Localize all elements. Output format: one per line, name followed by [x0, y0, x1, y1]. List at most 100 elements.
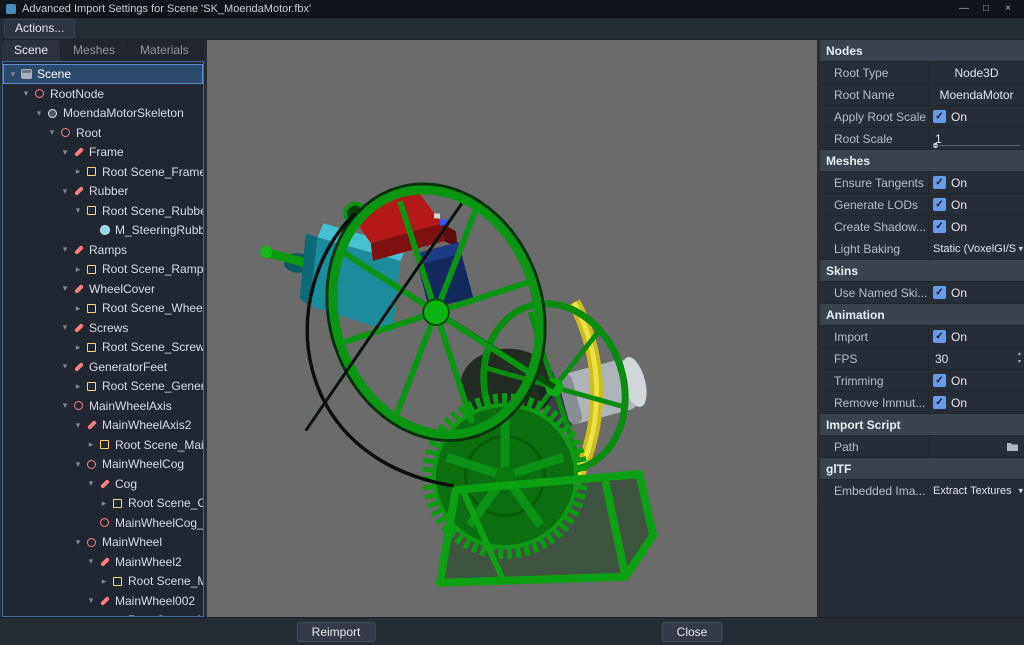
maximize-button[interactable]: □: [976, 1, 996, 17]
slider-root-scale[interactable]: 1: [928, 128, 1024, 149]
checkbox-create-shadow[interactable]: ✓On: [928, 216, 1024, 237]
section-header-animation[interactable]: Animation: [820, 304, 1024, 326]
tree-item-moendamotorskeleton[interactable]: ▾ MoendaMotorSkeleton: [3, 103, 203, 123]
tree-item-scene[interactable]: ▾Scene: [3, 64, 203, 84]
actions-menu-button[interactable]: Actions...: [4, 19, 75, 38]
checkbox-ensure-tangents[interactable]: ✓On: [928, 172, 1024, 193]
slider-grabber[interactable]: [933, 143, 938, 148]
section-header-meshes[interactable]: Meshes: [820, 150, 1024, 172]
checkbox-generate-lods[interactable]: ✓On: [928, 194, 1024, 215]
expand-icon[interactable]: ▸: [72, 342, 84, 353]
tree-item-m-steeringrubber[interactable]: M_SteeringRubber: [3, 220, 203, 240]
dropdown-embedded-ima[interactable]: Extract Textures▾: [928, 480, 1024, 501]
tree-item-root[interactable]: ▾Root: [3, 123, 203, 143]
collapse-icon[interactable]: ▾: [59, 244, 71, 255]
tree-item-root-scene-rubber[interactable]: ▾Root Scene_Rubber: [3, 201, 203, 221]
section-header-skins[interactable]: Skins: [820, 260, 1024, 282]
collapse-icon[interactable]: ▾: [59, 186, 71, 197]
tree-item-mainwheel[interactable]: ▾MainWheel: [3, 532, 203, 552]
expand-icon[interactable]: ▸: [85, 439, 97, 450]
tree-item-mainwheelcog-end[interactable]: MainWheelCog_end: [3, 513, 203, 533]
checkbox-import[interactable]: ✓On: [928, 326, 1024, 347]
tab-materials[interactable]: Materials: [128, 40, 201, 61]
tree-item-root-scene-mainwheel2[interactable]: ▸Root Scene_MainWheel2: [3, 571, 203, 591]
collapse-icon[interactable]: ▾: [59, 361, 71, 372]
minimize-button[interactable]: —: [954, 1, 974, 17]
expand-icon[interactable]: ▸: [98, 498, 110, 509]
checkbox-trimming[interactable]: ✓On: [928, 370, 1024, 391]
close-button[interactable]: Close: [662, 622, 723, 642]
checkbox-checked-icon[interactable]: ✓: [933, 220, 946, 233]
section-header-gltf[interactable]: glTF: [820, 458, 1024, 480]
checkbox-use-named-ski[interactable]: ✓On: [928, 282, 1024, 303]
tree-item-root-scene-cog[interactable]: ▸Root Scene_Cog: [3, 493, 203, 513]
tree-item-mainwheelcog[interactable]: ▾MainWheelCog: [3, 454, 203, 474]
collapse-icon[interactable]: ▾: [85, 478, 97, 489]
section-header-nodes[interactable]: Nodes: [820, 40, 1024, 62]
tree-item-frame[interactable]: ▾Frame: [3, 142, 203, 162]
tab-scene[interactable]: Scene: [2, 40, 60, 61]
tree-item-generatorfeet[interactable]: ▾GeneratorFeet: [3, 357, 203, 377]
collapse-icon[interactable]: ▾: [72, 205, 84, 216]
field-root-type[interactable]: Node3D: [928, 62, 1024, 83]
collapse-icon[interactable]: ▾: [7, 69, 19, 80]
checkbox-apply-root-scale[interactable]: ✓On: [928, 106, 1024, 127]
tree-item-mainwheelaxis2[interactable]: ▾MainWheelAxis2: [3, 415, 203, 435]
tree-item-root-scene-screws[interactable]: ▸Root Scene_Screws: [3, 337, 203, 357]
expand-icon[interactable]: ▸: [72, 381, 84, 392]
tab-meshes[interactable]: Meshes: [61, 40, 127, 61]
close-window-button[interactable]: ×: [998, 1, 1018, 17]
tree-item-cog[interactable]: ▾Cog: [3, 474, 203, 494]
checkbox-checked-icon[interactable]: ✓: [933, 110, 946, 123]
mesh-icon: [84, 304, 99, 313]
checkbox-checked-icon[interactable]: ✓: [933, 396, 946, 409]
section-header-import-script[interactable]: Import Script: [820, 414, 1024, 436]
collapse-icon[interactable]: ▾: [46, 127, 58, 138]
path-field-path[interactable]: [928, 436, 1024, 457]
collapse-icon[interactable]: ▾: [59, 147, 71, 158]
spinner-fps[interactable]: 30▴▾: [928, 348, 1024, 369]
tree-item-root-scene-generatorfeet[interactable]: ▸Root Scene_GeneratorFeet: [3, 376, 203, 396]
collapse-icon[interactable]: ▾: [72, 537, 84, 548]
chevron-down-icon[interactable]: ▾: [1017, 243, 1023, 254]
collapse-icon[interactable]: ▾: [59, 283, 71, 294]
dropdown-light-baking[interactable]: Static (VoxelGI/S▾: [928, 238, 1024, 259]
checkbox-checked-icon[interactable]: ✓: [933, 176, 946, 189]
collapse-icon[interactable]: ▾: [20, 88, 32, 99]
tree-item-root-scene-wheelcover[interactable]: ▸Root Scene_WheelCover: [3, 298, 203, 318]
collapse-icon[interactable]: ▾: [85, 595, 97, 606]
tree-item-mainwheel2[interactable]: ▾MainWheel2: [3, 552, 203, 572]
field-root-name[interactable]: MoendaMotor: [928, 84, 1024, 105]
tree-item-root-scene-ramps[interactable]: ▸Root Scene_Ramps: [3, 259, 203, 279]
checkbox-checked-icon[interactable]: ✓: [933, 330, 946, 343]
tree-item-mainwheel002[interactable]: ▾MainWheel002: [3, 591, 203, 611]
collapse-icon[interactable]: ▾: [72, 420, 84, 431]
expand-icon[interactable]: ▸: [72, 166, 84, 177]
tree-item-ramps[interactable]: ▾Ramps: [3, 240, 203, 260]
tree-item-root-scene-mainwheelaxis2[interactable]: ▸Root Scene_MainWheelAxis2: [3, 435, 203, 455]
checkbox-remove-immut[interactable]: ✓On: [928, 392, 1024, 413]
collapse-icon[interactable]: ▾: [59, 322, 71, 333]
checkbox-checked-icon[interactable]: ✓: [933, 286, 946, 299]
tree-item-wheelcover[interactable]: ▾WheelCover: [3, 279, 203, 299]
checkbox-checked-icon[interactable]: ✓: [933, 198, 946, 211]
viewport-3d[interactable]: [207, 40, 817, 617]
collapse-icon[interactable]: ▾: [72, 459, 84, 470]
expand-icon[interactable]: ▸: [98, 576, 110, 587]
checkbox-checked-icon[interactable]: ✓: [933, 374, 946, 387]
reimport-button[interactable]: Reimport: [297, 622, 376, 642]
collapse-icon[interactable]: ▾: [59, 400, 71, 411]
folder-icon[interactable]: [1006, 441, 1019, 455]
chevron-down-icon[interactable]: ▾: [1017, 485, 1023, 496]
spinner-arrows-icon[interactable]: ▴▾: [1018, 350, 1021, 366]
collapse-icon[interactable]: ▾: [85, 556, 97, 567]
tree-item-mainwheelaxis[interactable]: ▾MainWheelAxis: [3, 396, 203, 416]
expand-icon[interactable]: ▸: [72, 264, 84, 275]
tree-item-rubber[interactable]: ▾Rubber: [3, 181, 203, 201]
collapse-icon[interactable]: ▾: [33, 108, 45, 119]
tree-item-root-scene-frame[interactable]: ▸Root Scene_Frame: [3, 162, 203, 182]
tree-item-screws[interactable]: ▾Screws: [3, 318, 203, 338]
tree-item-rootnode[interactable]: ▾RootNode: [3, 84, 203, 104]
expand-icon[interactable]: ▸: [72, 303, 84, 314]
tree-item-label: MoendaMotorSkeleton: [63, 106, 184, 120]
